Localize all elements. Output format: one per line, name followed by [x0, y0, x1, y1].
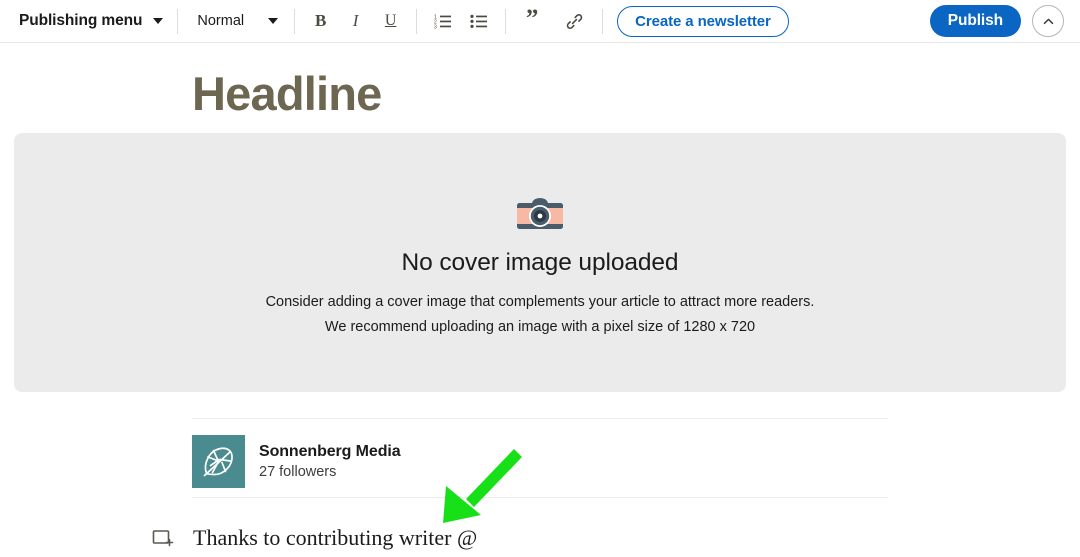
article-body-text[interactable]: Thanks to contributing writer @ [193, 521, 477, 554]
toolbar-divider [602, 8, 604, 34]
author-meta: Sonnenberg Media 27 followers [259, 443, 401, 480]
author-byline[interactable]: Sonnenberg Media 27 followers [192, 435, 401, 488]
svg-text:3: 3 [434, 25, 437, 30]
author-name: Sonnenberg Media [259, 443, 401, 460]
italic-button[interactable]: I [340, 6, 371, 37]
chevron-down-icon [153, 18, 164, 24]
blockquote-button[interactable]: ” [520, 4, 544, 33]
create-newsletter-button[interactable]: Create a newsletter [617, 5, 789, 37]
add-block-icon[interactable] [150, 526, 176, 552]
publishing-menu-button[interactable]: Publishing menu [0, 12, 177, 30]
green-arrow-icon [430, 443, 526, 528]
publishing-menu-label: Publishing menu [19, 12, 143, 29]
cover-panel-hint-line-1: Consider adding a cover image that compl… [265, 294, 815, 310]
avatar [192, 435, 245, 488]
bulleted-list-button[interactable] [467, 9, 491, 33]
editor-toolbar: Publishing menu Normal B I U 1 2 3 ” Cre… [0, 0, 1080, 43]
text-style-dropdown[interactable]: Normal [178, 13, 294, 29]
underline-button[interactable]: U [375, 6, 406, 37]
publish-button[interactable]: Publish [929, 5, 1021, 37]
link-button[interactable] [562, 9, 586, 33]
text-format-group: B I U [295, 6, 416, 37]
cover-panel-content: No cover image uploaded Consider adding … [14, 195, 1066, 340]
text-style-label: Normal [197, 13, 245, 29]
chevron-down-icon [268, 18, 279, 24]
bold-button[interactable]: B [305, 6, 336, 37]
article-editor-page: Publishing menu Normal B I U 1 2 3 ” Cre… [0, 0, 1080, 557]
ordered-list-button[interactable]: 1 2 3 [431, 9, 455, 33]
list-format-group: 1 2 3 [417, 9, 505, 33]
camera-icon [513, 195, 567, 237]
quote-icon: ” [525, 4, 539, 32]
cover-image-upload-panel[interactable]: No cover image uploaded Consider adding … [14, 133, 1066, 392]
author-divider-top [192, 418, 888, 419]
cover-panel-title: No cover image uploaded [401, 249, 679, 276]
cover-panel-hint-line-2: We recommend uploading an image with a p… [324, 319, 756, 335]
insert-group: ” [506, 4, 602, 33]
headline-input[interactable]: Headline [192, 66, 382, 122]
collapse-toolbar-button[interactable] [1032, 5, 1064, 37]
article-body-block: Thanks to contributing writer @ [150, 521, 477, 554]
sonnenberg-leaf-logo [203, 447, 233, 477]
author-follower-count: 27 followers [259, 464, 337, 480]
chevron-up-icon [1043, 18, 1053, 24]
author-divider-bottom [192, 497, 888, 498]
